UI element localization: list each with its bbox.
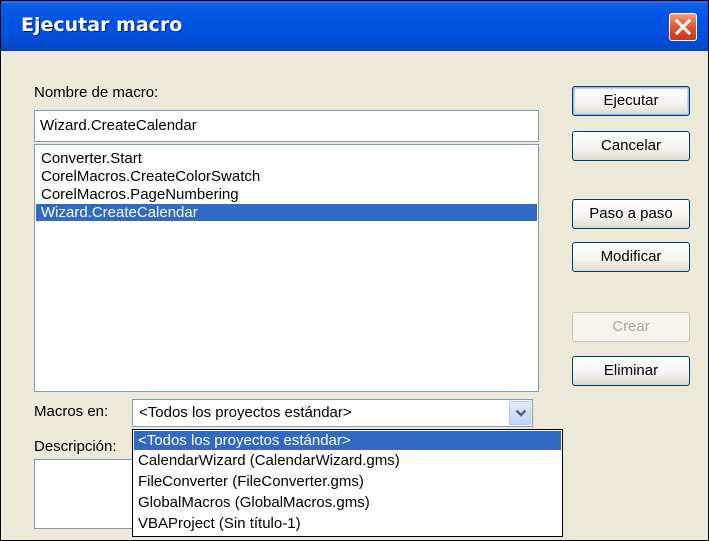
list-item[interactable]: CorelMacros.CreateColorSwatch — [36, 168, 537, 185]
macro-name-input[interactable]: Wizard.CreateCalendar — [34, 110, 539, 142]
title-bar[interactable]: Ejecutar macro — [1, 1, 708, 51]
macros-in-dropdown-button[interactable] — [509, 401, 531, 425]
close-icon — [674, 18, 692, 36]
dropdown-option[interactable]: CalendarWizard (CalendarWizard.gms) — [134, 451, 561, 470]
list-item-selected[interactable]: Wizard.CreateCalendar — [36, 204, 537, 221]
macros-in-selected-value: <Todos los proyectos estándar> — [139, 404, 352, 421]
close-button[interactable] — [669, 13, 697, 41]
description-label: Descripción: — [34, 438, 117, 455]
dropdown-option-selected[interactable]: <Todos los proyectos estándar> — [134, 431, 561, 450]
dropdown-option[interactable]: VBAProject (Sin título-1) — [134, 514, 561, 533]
dropdown-option[interactable]: GlobalMacros (GlobalMacros.gms) — [134, 493, 561, 512]
step-button[interactable]: Paso a paso — [572, 199, 690, 229]
create-button[interactable]: Crear — [572, 312, 690, 342]
macros-in-label: Macros en: — [34, 403, 109, 420]
cancel-button[interactable]: Cancelar — [572, 131, 690, 161]
run-macro-dialog: Ejecutar macro Nombre de macro: Wizard.C… — [0, 0, 709, 541]
macro-list[interactable]: Converter.Start CorelMacros.CreateColorS… — [34, 144, 539, 392]
chevron-down-icon — [515, 409, 527, 417]
macros-in-select[interactable]: <Todos los proyectos estándar> — [132, 399, 533, 427]
macros-in-dropdown-list[interactable]: <Todos los proyectos estándar> CalendarW… — [132, 429, 563, 537]
edit-button[interactable]: Modificar — [572, 242, 690, 272]
macro-name-label: Nombre de macro: — [34, 84, 159, 101]
dropdown-option[interactable]: FileConverter (FileConverter.gms) — [134, 472, 561, 491]
delete-button[interactable]: Eliminar — [572, 356, 690, 386]
list-item[interactable]: Converter.Start — [36, 150, 537, 167]
list-item[interactable]: CorelMacros.PageNumbering — [36, 186, 537, 203]
run-button[interactable]: Ejecutar — [572, 86, 690, 116]
dialog-title: Ejecutar macro — [21, 14, 183, 36]
